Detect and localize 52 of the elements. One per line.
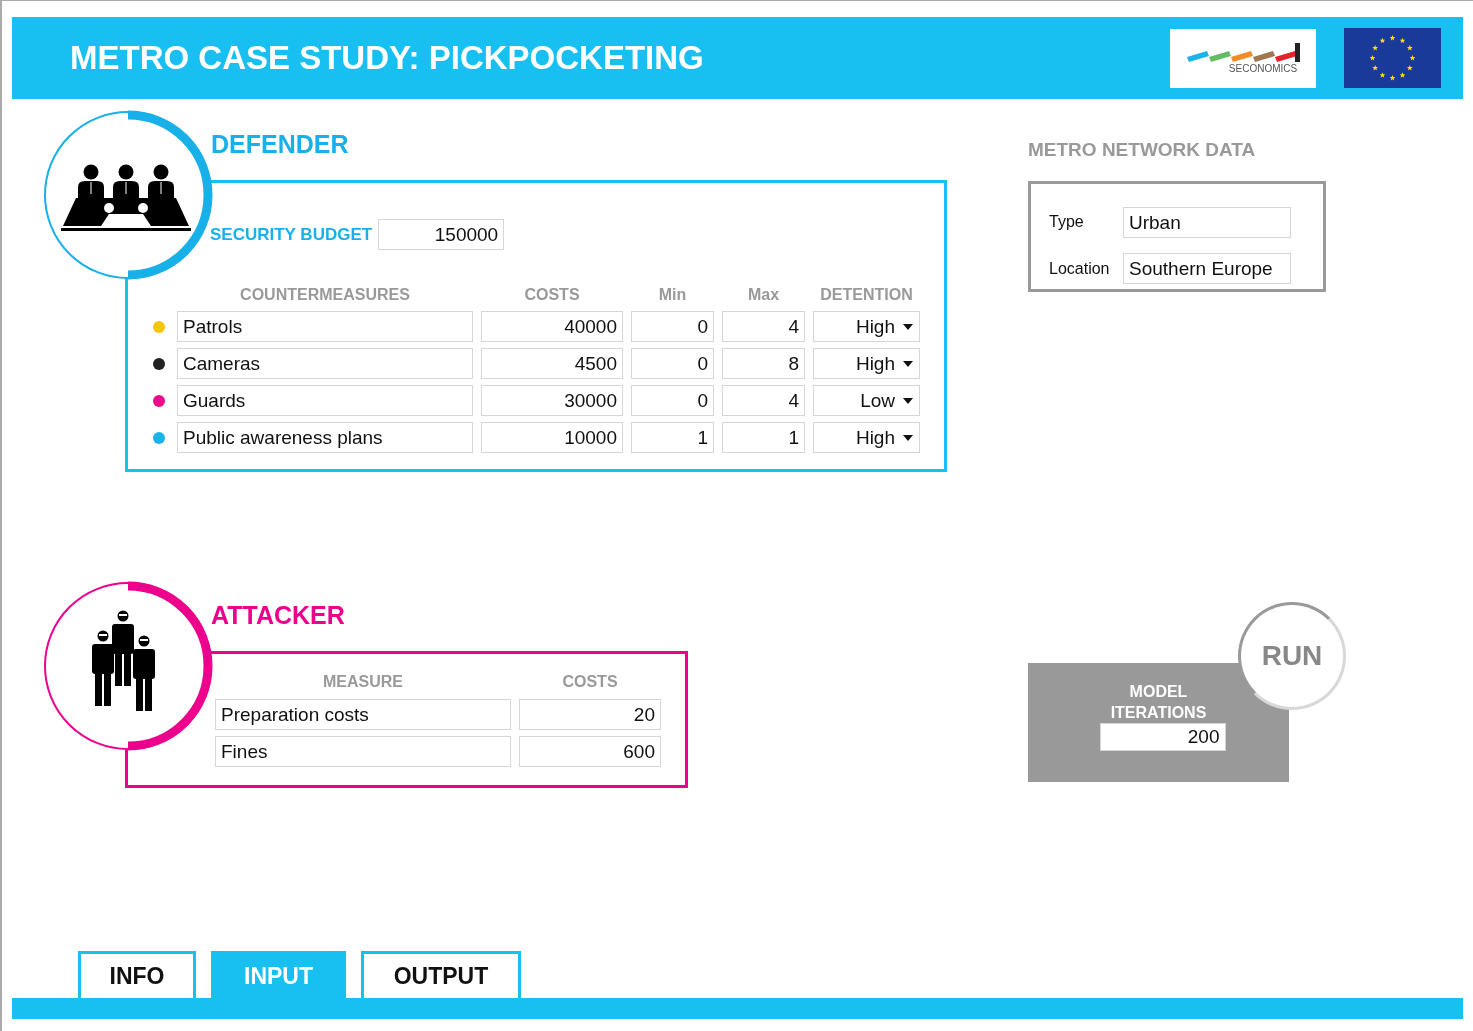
section-title: METRO NETWORK DATA (1028, 139, 1257, 161)
cost-field[interactable]: 20 (519, 699, 661, 730)
cost-field[interactable]: 10000 (481, 422, 623, 453)
detention-dropdown[interactable]: High (813, 311, 920, 342)
max-field[interactable]: 8 (722, 348, 805, 379)
max-field[interactable]: 4 (722, 311, 805, 342)
detention-dropdown[interactable]: Low (813, 385, 920, 416)
column-header: COSTS (523, 286, 581, 304)
section-title: DEFENDER (211, 129, 350, 159)
name-field[interactable]: Patrols (177, 311, 473, 342)
input-field[interactable]: Southern Europe (1123, 253, 1291, 285)
cost-field[interactable]: 40000 (481, 311, 623, 342)
column-header: COSTS (561, 673, 619, 691)
min-field[interactable]: 1 (631, 422, 714, 453)
column-header: MEASURE (322, 673, 404, 691)
column-header: DETENTION (819, 286, 914, 304)
caret-icon (903, 397, 913, 404)
iterations-field[interactable]: 200 (1099, 723, 1226, 751)
field-label: SECURITY BUDGET (210, 224, 373, 245)
name-field[interactable]: Fines (215, 736, 511, 767)
detention-dropdown[interactable]: High (813, 348, 920, 379)
name-field[interactable]: Public awareness plans (177, 422, 473, 453)
field-label: Type (1049, 213, 1085, 232)
name-field[interactable]: Guards (177, 385, 473, 416)
logo-text: SECONOMICS (1228, 62, 1298, 74)
min-field[interactable]: 0 (631, 348, 714, 379)
detention-dropdown[interactable]: High (813, 422, 920, 453)
column-header: Max (746, 286, 781, 304)
max-field[interactable]: 1 (722, 422, 805, 453)
max-field[interactable]: 4 (722, 385, 805, 416)
caret-icon (903, 323, 913, 330)
cost-field[interactable]: 4500 (481, 348, 623, 379)
min-field[interactable]: 0 (631, 311, 714, 342)
name-field[interactable]: Cameras (177, 348, 473, 379)
column-header: Min (657, 286, 688, 304)
field-label: MODEL ITERATIONS (1109, 682, 1208, 723)
cost-field[interactable]: 30000 (481, 385, 623, 416)
caret-icon (903, 434, 913, 441)
cost-field[interactable]: 600 (519, 736, 661, 767)
field-label: Location (1049, 259, 1111, 278)
tab[interactable]: OUTPUT (361, 951, 521, 998)
min-field[interactable]: 0 (631, 385, 714, 416)
flag-icon (1344, 28, 1441, 88)
column-header: COUNTERMEASURES (239, 286, 411, 304)
input-field[interactable]: Urban (1123, 206, 1291, 238)
run-button[interactable]: RUN (1238, 602, 1346, 710)
section-title: ATTACKER (211, 600, 346, 630)
caret-icon (903, 360, 913, 367)
page-title: METRO CASE STUDY: PICKPOCKETING (70, 39, 705, 77)
tab[interactable]: INFO (78, 951, 196, 998)
name-field[interactable]: Preparation costs (215, 699, 511, 730)
budget-field[interactable]: 150000 (378, 219, 505, 250)
